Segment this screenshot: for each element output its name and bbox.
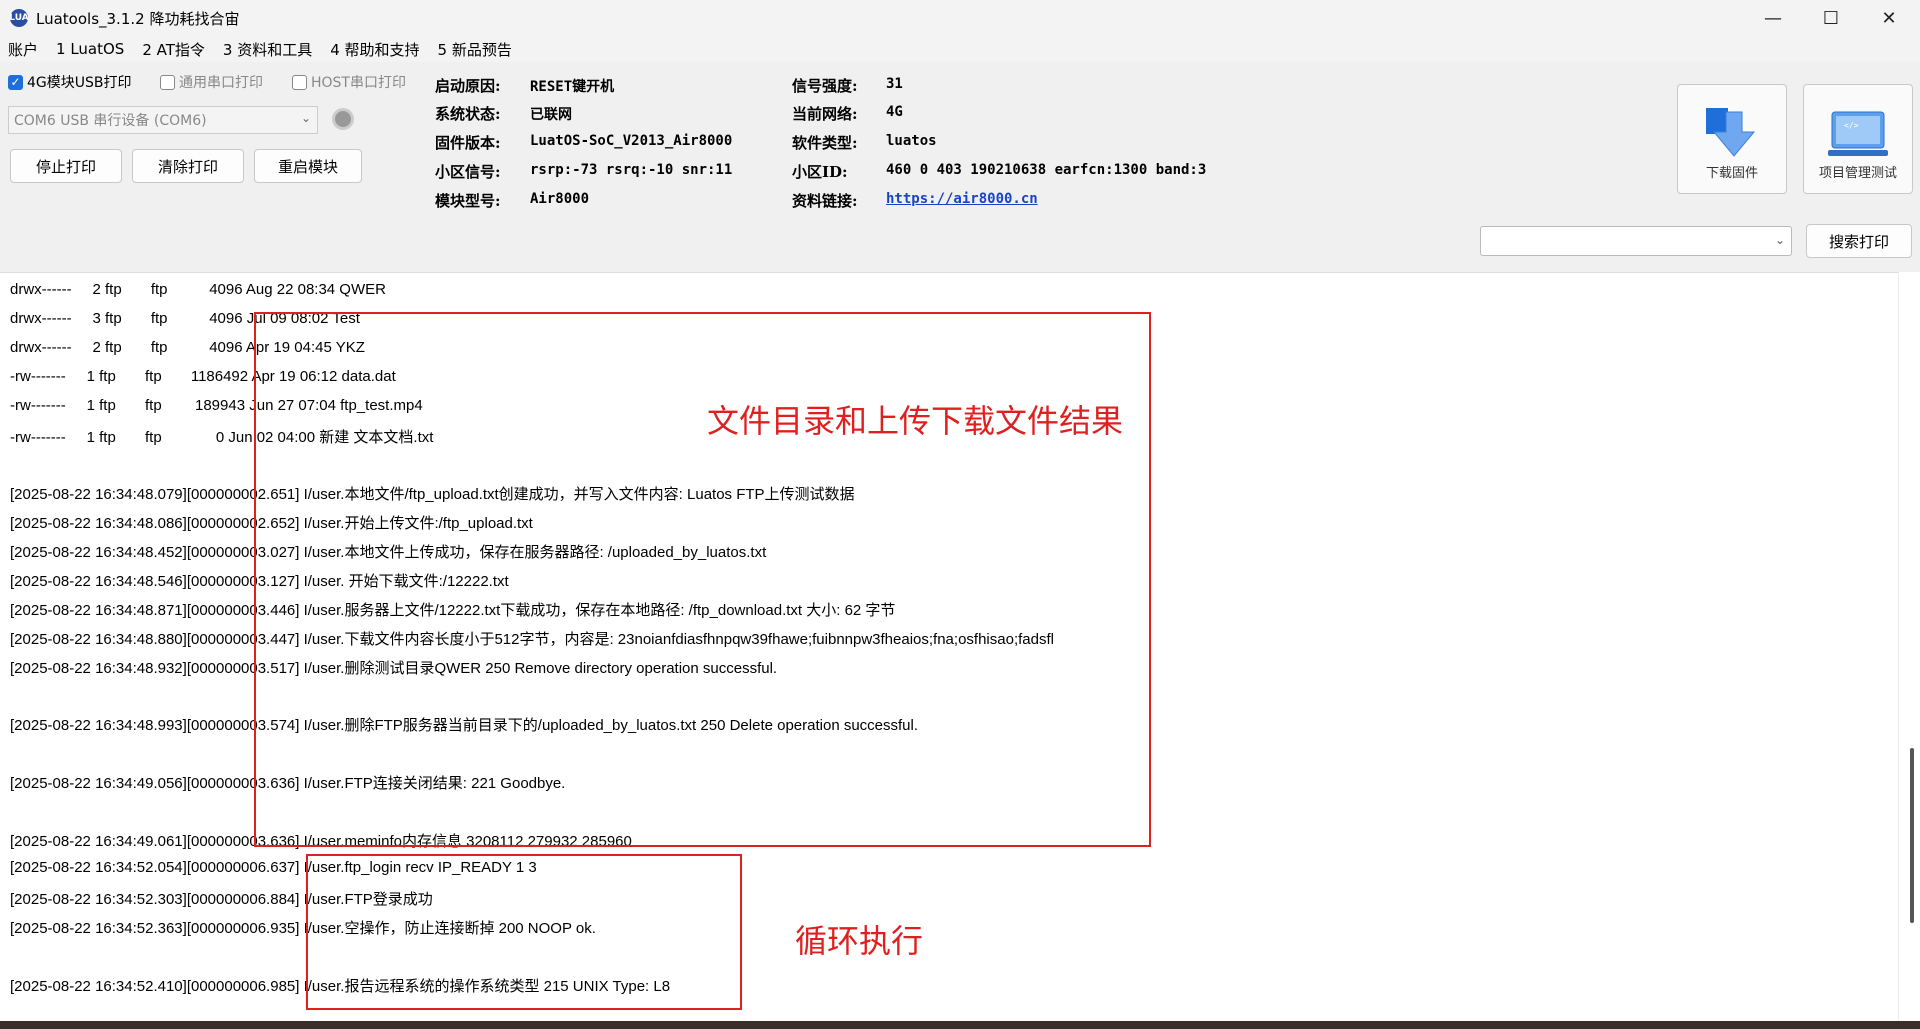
checkbox-unchecked-icon (292, 74, 307, 90)
clear-print-button[interactable]: 清除打印 (132, 149, 244, 183)
download-firmware-button[interactable]: 下载固件 (1677, 84, 1787, 194)
minimize-button[interactable]: — (1748, 0, 1798, 36)
title-bar: LUA Luatools_3.1.2 降功耗找合宙 — ☐ ✕ (0, 0, 1920, 36)
boot-reason-value: RESET键开机 (530, 79, 615, 95)
project-manage-test-button[interactable]: </> 项目管理测试 (1803, 84, 1913, 194)
app-logo-icon: LUA (9, 9, 29, 27)
menu-luatos[interactable]: 1 LuatOS (56, 40, 124, 58)
cell-id-label: 小区ID: (792, 163, 848, 181)
search-filter-select[interactable]: ⌄ (1480, 226, 1792, 256)
scrollbar-thumb[interactable] (1910, 748, 1914, 923)
cell-signal-value: rsrp:-73 rsrq:-10 snr:11 (530, 162, 733, 178)
host-print-label: HOST串口打印 (311, 75, 406, 91)
network-value: 4G (886, 104, 903, 120)
module-model-label: 模块型号: (435, 192, 501, 210)
result-annotation-box (254, 312, 1151, 847)
menu-docs-tools[interactable]: 3 资料和工具 (223, 39, 312, 60)
download-arrow-icon (1706, 108, 1756, 157)
project-monitor-icon: </> (1828, 111, 1888, 156)
firmware-value: LuatOS-SoC_V2013_Air8000 (530, 133, 733, 149)
network-label: 当前网络: (792, 105, 858, 123)
host-print-checkbox[interactable]: HOST串口打印 (292, 72, 406, 92)
software-type-label: 软件类型: (792, 134, 858, 152)
software-type-value: luatos (886, 133, 937, 149)
result-annotation-label: 文件目录和上传下载文件结果 (707, 402, 1124, 440)
doc-link-label: 资料链接: (792, 192, 858, 210)
cell-signal-label: 小区信号: (435, 163, 501, 181)
close-button[interactable]: ✕ (1864, 0, 1914, 36)
svg-text:</>: </> (1844, 121, 1859, 130)
download-firmware-label: 下载固件 (1705, 166, 1758, 181)
serial-print-checkbox[interactable]: 通用串口打印 (160, 72, 263, 92)
cell-id-value: 460 0 403 190210638 earfcn:1300 band:3 (886, 162, 1207, 178)
usb-print-label: 4G模块USB打印 (27, 75, 132, 91)
serial-print-label: 通用串口打印 (179, 75, 263, 91)
firmware-label: 固件版本: (435, 134, 501, 152)
system-status-value: 已联网 (530, 107, 572, 123)
port-select-value: COM6 USB 串行设备 (COM6) (14, 113, 207, 129)
menu-at-commands[interactable]: 2 AT指令 (142, 39, 205, 60)
project-manage-test-label: 项目管理测试 (1818, 166, 1897, 181)
menu-help[interactable]: 4 帮助和支持 (330, 39, 419, 60)
signal-strength-value: 31 (886, 76, 903, 92)
log-line: drwx------ 2 ftp ftp 4096 Aug 22 08:34 Q… (10, 281, 386, 298)
signal-strength-label: 信号强度: (792, 77, 858, 95)
maximize-button[interactable]: ☐ (1806, 0, 1856, 36)
usb-print-checkbox[interactable]: ✓ 4G模块USB打印 (8, 72, 132, 92)
port-select[interactable]: COM6 USB 串行设备 (COM6) ⌄ (8, 106, 318, 134)
checkbox-unchecked-icon (160, 74, 175, 90)
checkbox-checked-icon: ✓ (8, 74, 23, 90)
module-model-value: Air8000 (530, 191, 590, 207)
menu-new-products[interactable]: 5 新品预告 (438, 39, 512, 60)
chevron-down-icon: ⌄ (1774, 233, 1785, 247)
restart-module-button[interactable]: 重启模块 (254, 149, 362, 183)
system-status-label: 系统状态: (435, 105, 501, 123)
log-scrollbar[interactable] (1898, 272, 1920, 1029)
search-print-button[interactable]: 搜索打印 (1806, 224, 1912, 258)
boot-reason-label: 启动原因: (435, 77, 501, 95)
stop-print-button[interactable]: 停止打印 (10, 149, 122, 183)
window-title: Luatools_3.1.2 降功耗找合宙 (36, 9, 240, 28)
taskbar-strip (0, 1021, 1920, 1029)
loop-annotation-label: 循环执行 (795, 922, 924, 960)
doc-link[interactable]: https://air8000.cn (886, 191, 1038, 207)
port-refresh-icon[interactable] (332, 108, 354, 130)
chevron-down-icon: ⌄ (300, 111, 311, 125)
loop-annotation-box (306, 854, 742, 1010)
menu-bar: 账户 1 LuatOS 2 AT指令 3 资料和工具 4 帮助和支持 5 新品预… (0, 36, 1920, 62)
menu-account[interactable]: 账户 (8, 39, 38, 60)
